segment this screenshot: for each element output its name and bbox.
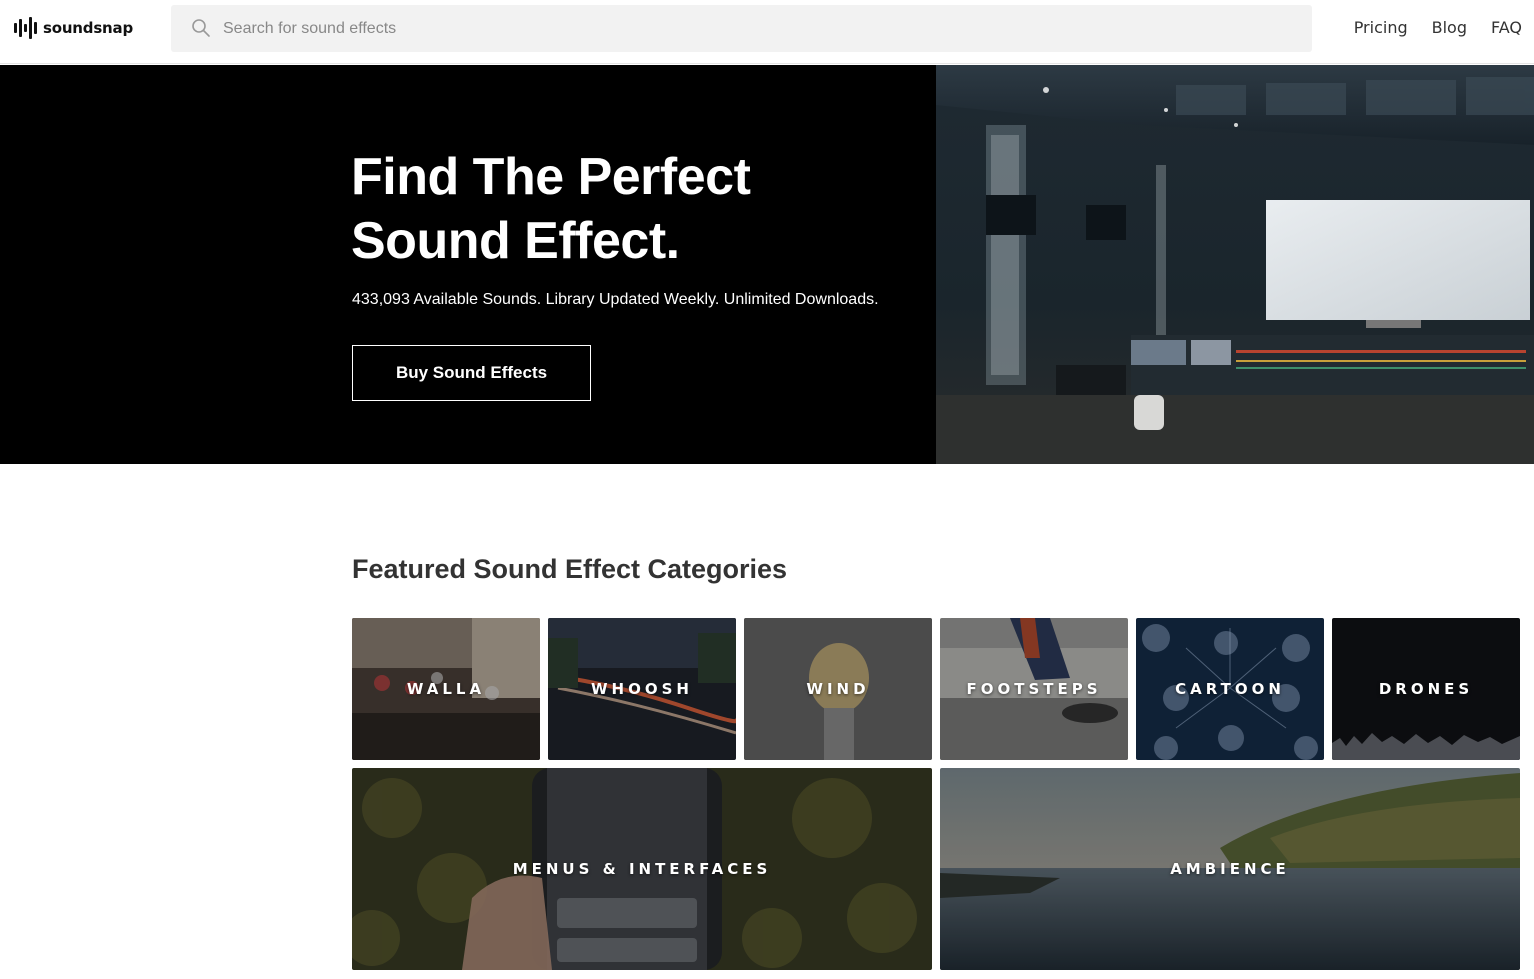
category-tile-walla[interactable]: WALLA	[352, 618, 540, 760]
category-tile-ambience[interactable]: AMBIENCE	[940, 768, 1520, 970]
hero-title-line1: Find The Perfect	[351, 148, 751, 206]
category-tile-wind[interactable]: WIND	[744, 618, 932, 760]
category-label: WHOOSH	[591, 680, 693, 698]
nav-faq-link[interactable]: FAQ	[1491, 18, 1522, 37]
nav-pricing-link[interactable]: Pricing	[1354, 18, 1408, 37]
category-label: AMBIENCE	[1170, 860, 1290, 878]
hero-section: Find The Perfect Sound Effect. 433,093 A…	[0, 65, 1534, 464]
buy-sound-effects-button[interactable]: Buy Sound Effects	[352, 345, 591, 401]
category-tile-menus-interfaces[interactable]: MENUS & INTERFACES	[352, 768, 932, 970]
waveform-logo-icon	[14, 17, 37, 39]
hero-title-line2: Sound Effect.	[351, 212, 680, 270]
logo-text: soundsnap	[43, 19, 133, 37]
category-label: FOOTSTEPS	[966, 680, 1102, 698]
hero-title: Find The Perfect Sound Effect.	[351, 145, 911, 273]
logo[interactable]: soundsnap	[14, 16, 133, 40]
category-label: MENUS & INTERFACES	[512, 860, 772, 878]
category-label: DRONES	[1378, 680, 1474, 698]
hero-subtitle: 433,093 Available Sounds. Library Update…	[352, 291, 879, 308]
search-bar[interactable]	[171, 5, 1312, 52]
nav-blog-link[interactable]: Blog	[1432, 18, 1467, 37]
category-label: CARTOON	[1175, 680, 1285, 698]
category-label: WIND	[806, 680, 870, 698]
site-header: soundsnap Pricing Blog FAQ	[0, 0, 1534, 64]
category-tile-footsteps[interactable]: FOOTSTEPS	[940, 618, 1128, 760]
category-tile-drones[interactable]: DRONES	[1332, 618, 1520, 760]
top-nav: Pricing Blog FAQ	[1354, 18, 1522, 37]
category-tile-whoosh[interactable]: WHOOSH	[548, 618, 736, 760]
featured-categories-title: Featured Sound Effect Categories	[352, 554, 788, 584]
category-tile-cartoon[interactable]: CARTOON	[1136, 618, 1324, 760]
category-label: WALLA	[406, 680, 486, 698]
search-icon	[192, 19, 210, 37]
studio-hero-image	[936, 65, 1534, 464]
search-input[interactable]	[223, 5, 1293, 52]
